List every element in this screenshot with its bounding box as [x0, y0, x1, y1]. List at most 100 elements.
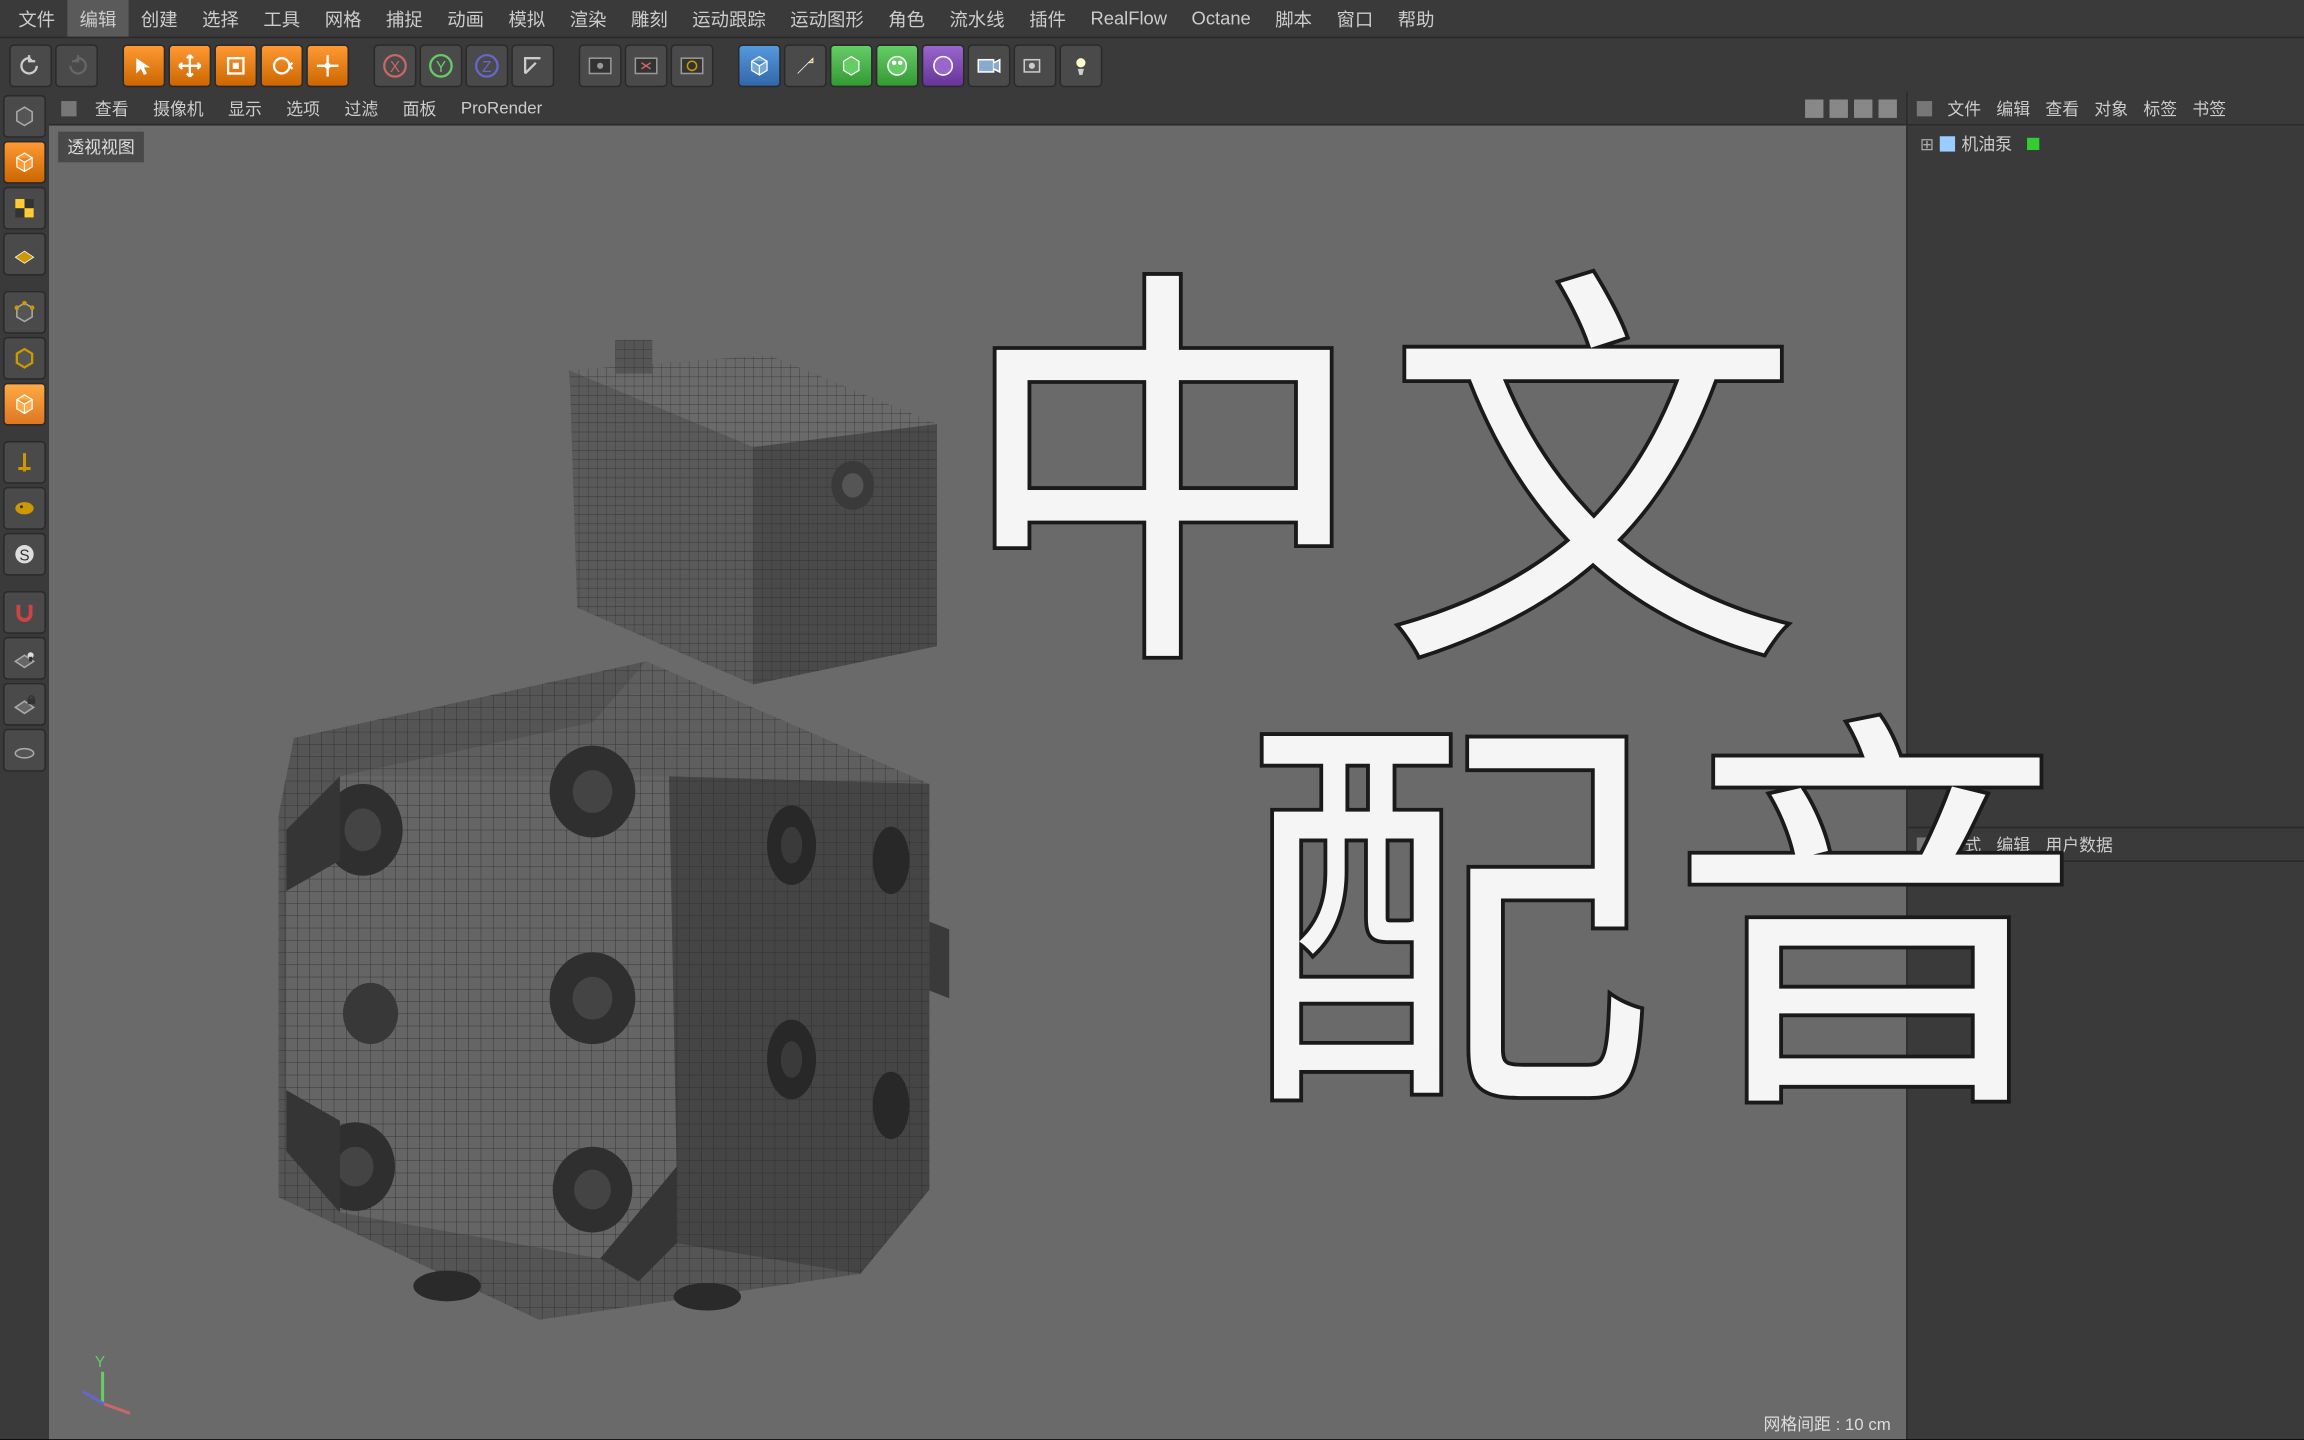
menu-character[interactable]: 角色 [876, 0, 937, 38]
camera-button[interactable] [968, 44, 1011, 87]
axis-mode-button[interactable] [3, 441, 46, 484]
attribute-manager-body[interactable] [1908, 862, 2304, 874]
menu-plugins[interactable]: 插件 [1017, 0, 1078, 38]
object-tree-item[interactable]: ⊞ 机油泵 [1920, 132, 2292, 156]
view-menu-options[interactable]: 选项 [274, 91, 332, 125]
view-menu-prorender[interactable]: ProRender [449, 94, 555, 122]
menu-edit[interactable]: 编辑 [67, 0, 128, 38]
menu-script[interactable]: 脚本 [1263, 0, 1324, 38]
obj-tab-view[interactable]: 查看 [2045, 96, 2079, 120]
menu-mograph[interactable]: 运动图形 [778, 0, 876, 38]
render-view-button[interactable] [579, 44, 622, 87]
snap-button[interactable] [3, 591, 46, 634]
view-grip-icon [61, 100, 76, 115]
menu-animate[interactable]: 动画 [435, 0, 496, 38]
deformer-button[interactable] [876, 44, 919, 87]
menu-octane[interactable]: Octane [1179, 2, 1263, 36]
app-window: 文件 编辑 创建 选择 工具 网格 捕捉 动画 模拟 渲染 雕刻 运动跟踪 运动… [0, 0, 2304, 1439]
center-area: 查看 摄像机 显示 选项 过滤 面板 ProRender 透视视图 [49, 92, 1906, 1439]
attr-tab-userdata[interactable]: 用户数据 [2045, 832, 2112, 856]
redo-button[interactable] [55, 44, 98, 87]
menu-help[interactable]: 帮助 [1386, 0, 1447, 38]
spline-pen-button[interactable] [784, 44, 827, 87]
lastused-tool-button[interactable] [306, 44, 349, 87]
obj-tab-bookmarks[interactable]: 书签 [2192, 96, 2226, 120]
object-manager-body[interactable]: ⊞ 机油泵 [1908, 126, 2304, 827]
view-nav-icon-3[interactable] [1854, 99, 1872, 117]
svg-text:Z: Z [482, 58, 491, 75]
prim-cube-button[interactable] [738, 44, 781, 87]
scale-tool-button[interactable] [214, 44, 257, 87]
model-wireframe [248, 340, 952, 1320]
menu-mesh[interactable]: 网格 [312, 0, 373, 38]
svg-text:X: X [390, 58, 400, 75]
undo-button[interactable] [9, 44, 52, 87]
x-axis-button[interactable]: X [374, 44, 417, 87]
menu-window[interactable]: 窗口 [1324, 0, 1385, 38]
y-axis-button[interactable]: Y [419, 44, 462, 87]
axis-gizmo: Y [73, 1369, 134, 1430]
move-tool-button[interactable] [168, 44, 211, 87]
right-panels: 文件 编辑 查看 对象 标签 书签 ⊞ 机油泵 模式 编辑 [1906, 92, 2304, 1439]
perspective-viewport[interactable]: 透视视图 [49, 126, 1906, 1440]
workplane-snap-button[interactable] [3, 637, 46, 680]
attribute-manager: 模式 编辑 用户数据 [1908, 827, 2304, 1439]
workplane-button[interactable] [3, 233, 46, 276]
menu-render[interactable]: 渲染 [557, 0, 618, 38]
obj-tab-file[interactable]: 文件 [1947, 96, 1981, 120]
coord-system-button[interactable] [511, 44, 554, 87]
viewport-menubar: 查看 摄像机 显示 选项 过滤 面板 ProRender [49, 92, 1906, 126]
menu-realflow[interactable]: RealFlow [1078, 2, 1179, 36]
menu-snap[interactable]: 捕捉 [374, 0, 435, 38]
generator-button[interactable] [830, 44, 873, 87]
menu-tools[interactable]: 工具 [251, 0, 312, 38]
object-item-label: 机油泵 [1962, 132, 2013, 156]
camera-alt-button[interactable] [1014, 44, 1057, 87]
grid-status-label: 网格间距 : 10 cm [1764, 1412, 1891, 1436]
point-mode-button[interactable] [3, 291, 46, 334]
left-toolbar: S [0, 92, 49, 1439]
obj-tab-tags[interactable]: 标签 [2143, 96, 2177, 120]
attr-tab-edit[interactable]: 编辑 [1996, 832, 2030, 856]
model-mode-button[interactable] [3, 141, 46, 184]
view-menu-cameras[interactable]: 摄像机 [141, 91, 216, 125]
object-manager-tabs: 文件 编辑 查看 对象 标签 书签 [1908, 92, 2304, 126]
z-axis-button[interactable]: Z [465, 44, 508, 87]
menu-create[interactable]: 创建 [129, 0, 190, 38]
rotate-tool-button[interactable] [260, 44, 303, 87]
viewport-solo-button[interactable]: S [3, 533, 46, 576]
view-menu-view[interactable]: 查看 [83, 91, 141, 125]
obj-tab-objects[interactable]: 对象 [2094, 96, 2128, 120]
view-menu-display[interactable]: 显示 [216, 91, 274, 125]
light-button[interactable] [1059, 44, 1102, 87]
tweak-button[interactable] [3, 487, 46, 530]
null-object-icon [1940, 136, 1955, 151]
locked-workplane-button[interactable] [3, 683, 46, 726]
select-tool-button[interactable] [122, 44, 165, 87]
attr-tab-mode[interactable]: 模式 [1947, 832, 1981, 856]
planar-workplane-button[interactable] [3, 729, 46, 772]
visibility-dot-icon[interactable] [2027, 138, 2039, 150]
menu-motiontrack[interactable]: 运动跟踪 [680, 0, 778, 38]
edge-mode-button[interactable] [3, 337, 46, 380]
menu-pipeline[interactable]: 流水线 [937, 0, 1017, 38]
menu-select[interactable]: 选择 [190, 0, 251, 38]
viewport-label: 透视视图 [58, 132, 144, 163]
view-nav-icon-2[interactable] [1830, 99, 1848, 117]
make-editable-button[interactable] [3, 95, 46, 138]
texture-mode-button[interactable] [3, 187, 46, 230]
menu-sculpt[interactable]: 雕刻 [619, 0, 680, 38]
menu-file[interactable]: 文件 [6, 0, 67, 38]
environment-button[interactable] [922, 44, 965, 87]
view-nav-icon-1[interactable] [1805, 99, 1823, 117]
main-area: S 查看 摄像机 显示 选项 过滤 面板 ProRender [0, 92, 2304, 1439]
polygon-mode-button[interactable] [3, 383, 46, 426]
obj-tab-edit[interactable]: 编辑 [1996, 96, 2030, 120]
render-pv-button[interactable] [625, 44, 668, 87]
panel-grip-icon [1917, 837, 1932, 852]
view-menu-panel[interactable]: 面板 [390, 91, 448, 125]
menu-simulate[interactable]: 模拟 [496, 0, 557, 38]
view-nav-icon-4[interactable] [1879, 99, 1897, 117]
view-menu-filter[interactable]: 过滤 [332, 91, 390, 125]
render-settings-button[interactable] [671, 44, 714, 87]
